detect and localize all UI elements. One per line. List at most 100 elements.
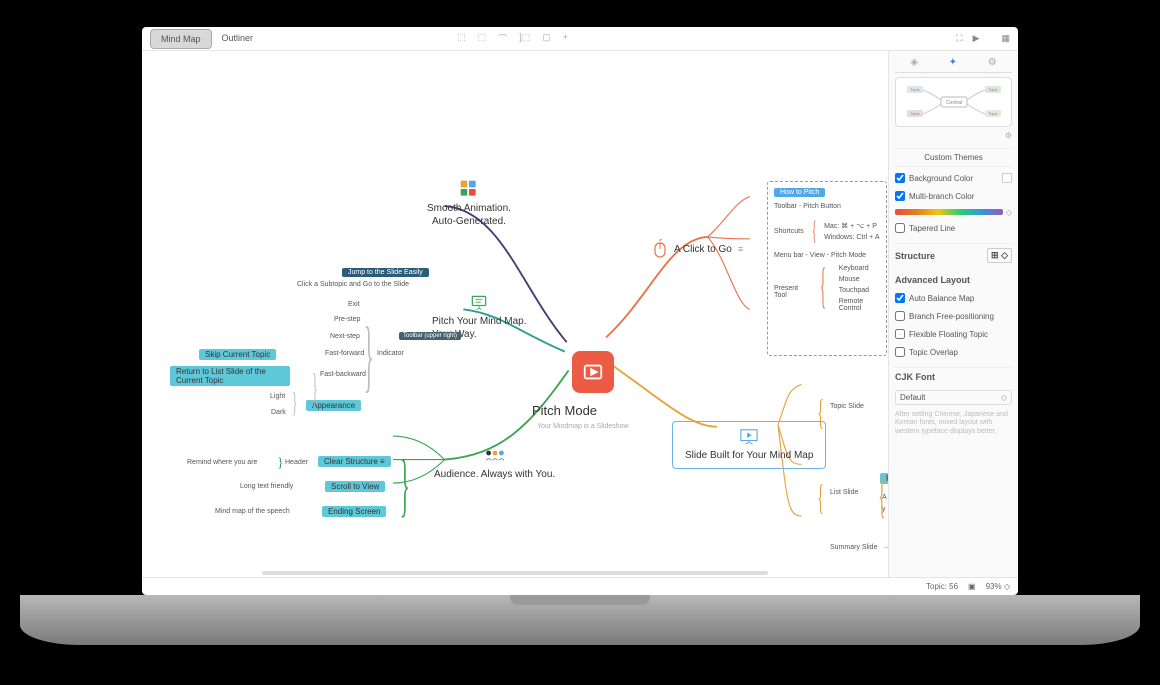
side-tabs: ◈ ✦ ⚙ xyxy=(895,57,1012,73)
clear-structure-tag[interactable]: Clear Structure ≡ xyxy=(318,456,391,467)
branch-free-checkbox[interactable] xyxy=(895,311,905,321)
summary-slide-label[interactable]: Summary Slide xyxy=(830,544,877,551)
branch-audience[interactable]: Audience. Always with You. xyxy=(434,449,555,481)
list-slide-label[interactable]: List Slide xyxy=(830,489,858,496)
tab-settings-icon[interactable]: ⚙ xyxy=(988,57,997,68)
audience-title: Audience. Always with You. xyxy=(434,468,555,481)
central-topic[interactable] xyxy=(572,351,614,393)
summary-icon[interactable]: ]⬚ xyxy=(519,32,530,45)
present-label[interactable]: Present Tool xyxy=(774,285,807,299)
ending-screen-tag[interactable]: Ending Screen xyxy=(322,506,386,517)
exit-label[interactable]: Exit xyxy=(348,301,360,308)
return-tag[interactable]: Return to List Slide of the Current Topi… xyxy=(170,366,290,386)
panel-toggle-icon[interactable]: ▦ xyxy=(1001,33,1010,44)
multi-branch-checkbox[interactable] xyxy=(895,191,905,201)
cjk-hint: After setting Chinese, Japanese and Kore… xyxy=(895,411,1012,436)
branch-free-row[interactable]: Branch Free-positioning xyxy=(895,309,1012,323)
relation-icon[interactable]: ⌒ xyxy=(498,32,507,45)
boundary-icon[interactable]: ▢ xyxy=(542,32,551,45)
nextstep-label[interactable]: Next-step xyxy=(330,333,360,340)
insert-topic-icon[interactable]: ⬚ xyxy=(457,32,466,45)
remind-label[interactable]: Remind where you are xyxy=(187,459,257,466)
toolbar-tag[interactable]: Toolbar (upper right) xyxy=(399,329,461,340)
touchpad-label: Touchpad xyxy=(839,287,880,294)
tab-style-icon[interactable]: ◈ xyxy=(910,57,918,68)
dark-label[interactable]: Dark xyxy=(271,409,286,416)
pitch-icon[interactable]: ▶ xyxy=(973,33,980,44)
svg-text:Central: Central xyxy=(945,100,961,106)
fastbwd-label[interactable]: Fast-backward xyxy=(320,371,366,378)
branch-click[interactable]: A Click to Go ≡ xyxy=(652,239,743,261)
fastfwd-label[interactable]: Fast-forward xyxy=(325,350,364,357)
toolbar-pitch-label[interactable]: Toolbar - Pitch Button xyxy=(774,203,880,210)
theme-settings-icon[interactable]: ⚙ xyxy=(1005,131,1012,140)
fullscreen-icon[interactable]: ⛶ xyxy=(956,33,962,44)
mac-shortcut: Mac: ⌘ + ⌥ + P xyxy=(824,222,879,230)
menubar-label[interactable]: Menu bar - View - Pitch Mode xyxy=(774,252,880,259)
summary-dash: — xyxy=(884,542,888,552)
multi-branch-row[interactable]: Multi-branch Color xyxy=(895,189,1012,203)
structure-section: Structure⊞ ◇ xyxy=(895,243,1012,265)
pitch-details-box: How to Pitch Toolbar - Pitch Button Shor… xyxy=(767,181,887,356)
color-gradient[interactable] xyxy=(895,209,1003,215)
brace-audience: } xyxy=(400,446,410,526)
theme-preview[interactable]: Central Topic Topic Topic Topic xyxy=(895,77,1012,127)
tapered-row[interactable]: Tapered Line xyxy=(895,221,1012,235)
cjk-font-select[interactable]: Default◇ xyxy=(895,390,1012,405)
shortcuts-label[interactable]: Shortcuts xyxy=(774,228,804,235)
topic-overlap-row[interactable]: Topic Overlap xyxy=(895,345,1012,359)
auto-balance-row[interactable]: Auto Balance Map xyxy=(895,291,1012,305)
bg-color-swatch[interactable] xyxy=(1002,173,1012,183)
bg-color-checkbox[interactable] xyxy=(895,173,905,183)
remote-label: Remote Control xyxy=(839,298,880,312)
longtext-label[interactable]: Long text friendly xyxy=(240,483,293,490)
topic-overlap-checkbox[interactable] xyxy=(895,347,905,357)
horizontal-scrollbar[interactable] xyxy=(262,571,768,575)
tab-outliner[interactable]: Outliner xyxy=(212,29,264,49)
branch-slide[interactable]: Slide Built for Your Mind Map xyxy=(672,421,826,469)
tab-mindmap[interactable]: Mind Map xyxy=(150,29,212,49)
skip-tag[interactable]: Skip Current Topic xyxy=(199,349,276,360)
mindmap-speech-label[interactable]: Mind map of the speech xyxy=(215,508,290,515)
map-icon[interactable]: ▣ xyxy=(968,582,976,591)
mindmap-canvas[interactable]: Pitch Mode Your Mindmap is a Slideshow S… xyxy=(142,51,888,577)
flex-float-row[interactable]: Flexible Floating Topic xyxy=(895,327,1012,341)
cjk-font-label: CJK Font xyxy=(895,367,1012,384)
auto-balance-checkbox[interactable] xyxy=(895,293,905,303)
tab-format-icon[interactable]: ✦ xyxy=(949,57,957,68)
svg-text:Topic: Topic xyxy=(910,87,919,92)
light-label[interactable]: Light xyxy=(270,393,285,400)
topic-slide-label[interactable]: Topic Slide xyxy=(830,403,864,410)
adv-layout-label: Advanced Layout xyxy=(895,273,1012,287)
status-bar: Topic: 56 ▣ 93% ◇ xyxy=(142,577,1018,595)
flex-float-checkbox[interactable] xyxy=(895,329,905,339)
indicator-label[interactable]: Indicator xyxy=(377,350,404,357)
pitch-line1: Pitch Your Mind Map. xyxy=(432,315,527,328)
keyboard-label: Keyboard xyxy=(839,265,880,272)
bg-color-row[interactable]: Background Color xyxy=(895,171,1012,185)
brace-pitch-left: } xyxy=(364,311,374,402)
scroll-view-tag[interactable]: Scroll to View xyxy=(325,481,385,492)
prestep-label[interactable]: Pre-step xyxy=(334,316,360,323)
top-toolbar: Mind Map Outliner ⬚ ⬚ ⌒ ]⬚ ▢ + ⛶ ▶ ▦ xyxy=(142,27,1018,51)
zoom-level[interactable]: 93% ◇ xyxy=(986,582,1010,591)
mouse-icon xyxy=(652,239,668,259)
howto-tag[interactable]: How to Pitch xyxy=(774,188,880,197)
tapered-checkbox[interactable] xyxy=(895,223,905,233)
brace-skip: } xyxy=(312,364,318,411)
header-label[interactable]: Header xyxy=(285,459,308,466)
gradient-stepper[interactable]: ◇ xyxy=(1006,208,1012,217)
branch-animation[interactable]: Smooth Animation. Auto-Generated. xyxy=(427,179,511,228)
brace-header: } xyxy=(277,456,284,472)
brace-slide-2: { xyxy=(817,476,824,518)
mouse-label: Mouse xyxy=(839,276,880,283)
custom-themes-button[interactable]: Custom Themes xyxy=(895,148,1012,167)
insert-subtopic-icon[interactable]: ⬚ xyxy=(478,32,487,45)
jump-tag[interactable]: Jump to the Slide Easily xyxy=(342,266,429,277)
add-icon[interactable]: + xyxy=(563,32,568,45)
side-panel: ◈ ✦ ⚙ Central Topic Topic Topic Topic ⚙ … xyxy=(888,51,1018,577)
central-title[interactable]: Pitch Mode xyxy=(532,403,597,418)
structure-selector[interactable]: ⊞ ◇ xyxy=(987,248,1012,263)
svg-text:Topic: Topic xyxy=(910,111,919,116)
click-subtopic-label[interactable]: Click a Subtopic and Go to the Slide xyxy=(297,281,409,288)
